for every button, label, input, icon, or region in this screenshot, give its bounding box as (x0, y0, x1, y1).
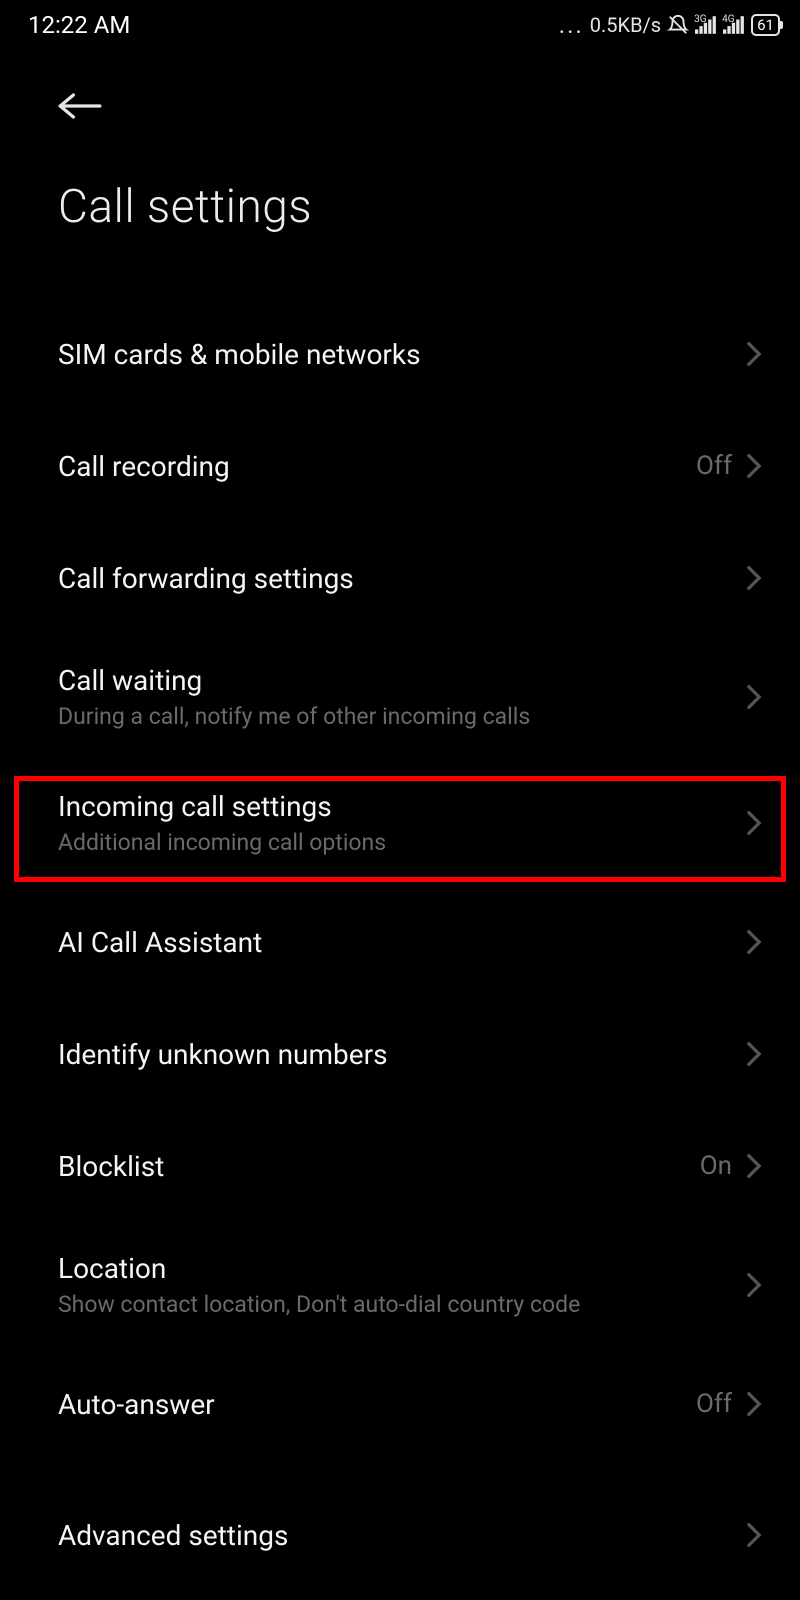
item-title: AI Call Assistant (58, 926, 746, 959)
item-subtitle: Show contact location, Don't auto-dial c… (58, 1291, 746, 1318)
item-advanced-settings[interactable]: Advanced settings (0, 1460, 800, 1572)
item-subtitle: Additional incoming call options (58, 829, 746, 856)
chevron-right-icon (746, 1391, 762, 1417)
item-title: Call forwarding settings (58, 562, 746, 595)
page-title: Call settings (58, 180, 742, 234)
item-title: Auto-answer (58, 1388, 696, 1421)
item-value: On (700, 1151, 732, 1181)
signal-4g-icon: 4G (723, 16, 745, 34)
item-title: Advanced settings (58, 1519, 746, 1552)
battery-icon: 61 (751, 14, 780, 36)
settings-list: SIM cards & mobile networks Call recordi… (0, 298, 800, 1572)
item-call-recording[interactable]: Call recording Off (0, 410, 800, 522)
chevron-right-icon (746, 565, 762, 591)
item-value: Off (696, 1389, 732, 1419)
chevron-right-icon (746, 684, 762, 710)
chevron-right-icon (746, 1272, 762, 1298)
item-subtitle: During a call, notify me of other incomi… (58, 703, 746, 730)
header: Call settings (0, 48, 800, 242)
item-title: Blocklist (58, 1150, 700, 1183)
chevron-right-icon (746, 1153, 762, 1179)
item-call-waiting[interactable]: Call waiting During a call, notify me of… (0, 634, 800, 760)
item-location[interactable]: Location Show contact location, Don't au… (0, 1222, 800, 1348)
item-identify-unknown-numbers[interactable]: Identify unknown numbers (0, 998, 800, 1110)
item-title: SIM cards & mobile networks (58, 338, 746, 371)
chevron-right-icon (746, 1522, 762, 1548)
chevron-right-icon (746, 341, 762, 367)
chevron-right-icon (746, 453, 762, 479)
item-title: Call waiting (58, 664, 746, 697)
mute-icon (667, 14, 689, 36)
item-title: Call recording (58, 450, 696, 483)
battery-level: 61 (757, 16, 774, 34)
chevron-right-icon (746, 929, 762, 955)
item-title: Identify unknown numbers (58, 1038, 746, 1071)
item-sim-networks[interactable]: SIM cards & mobile networks (0, 298, 800, 410)
status-bar: 12:22 AM ... 0.5KB/s 3G 4G (0, 0, 800, 48)
item-incoming-call-settings[interactable]: Incoming call settings Additional incomi… (0, 760, 800, 886)
item-call-forwarding[interactable]: Call forwarding settings (0, 522, 800, 634)
chevron-right-icon (746, 810, 762, 836)
status-time: 12:22 AM (28, 11, 130, 39)
chevron-right-icon (746, 1041, 762, 1067)
item-ai-call-assistant[interactable]: AI Call Assistant (0, 886, 800, 998)
item-auto-answer[interactable]: Auto-answer Off (0, 1348, 800, 1460)
item-value: Off (696, 451, 732, 481)
item-title: Incoming call settings (58, 790, 746, 823)
signal-3g-icon: 3G (695, 16, 717, 34)
status-right: ... 0.5KB/s 3G 4G (559, 13, 780, 37)
item-title: Location (58, 1252, 746, 1285)
item-blocklist[interactable]: Blocklist On (0, 1110, 800, 1222)
arrow-left-icon (58, 91, 102, 121)
network-speed: 0.5KB/s (590, 13, 661, 37)
back-button[interactable] (58, 86, 118, 126)
